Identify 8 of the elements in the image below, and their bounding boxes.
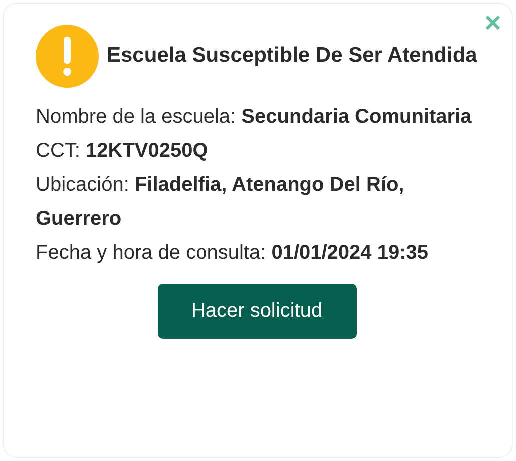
info-line: Fecha y hora de consulta: 01/01/2024 19:35	[36, 241, 430, 266]
info-line: Ubicación: Filadelfia, Atenango Del Río, Guerrero	[36, 173, 406, 232]
info-line: CCT: 12KTV0250Q	[36, 139, 210, 164]
close-icon[interactable]	[486, 16, 500, 30]
request-button[interactable]: Hacer solicitud	[158, 284, 356, 339]
warning-icon	[36, 25, 99, 88]
info-line: Nombre de la escuela: Secundaria Comunitaria	[36, 105, 473, 130]
popup-title: Escuela Susceptible De Ser Atendida	[107, 44, 478, 68]
